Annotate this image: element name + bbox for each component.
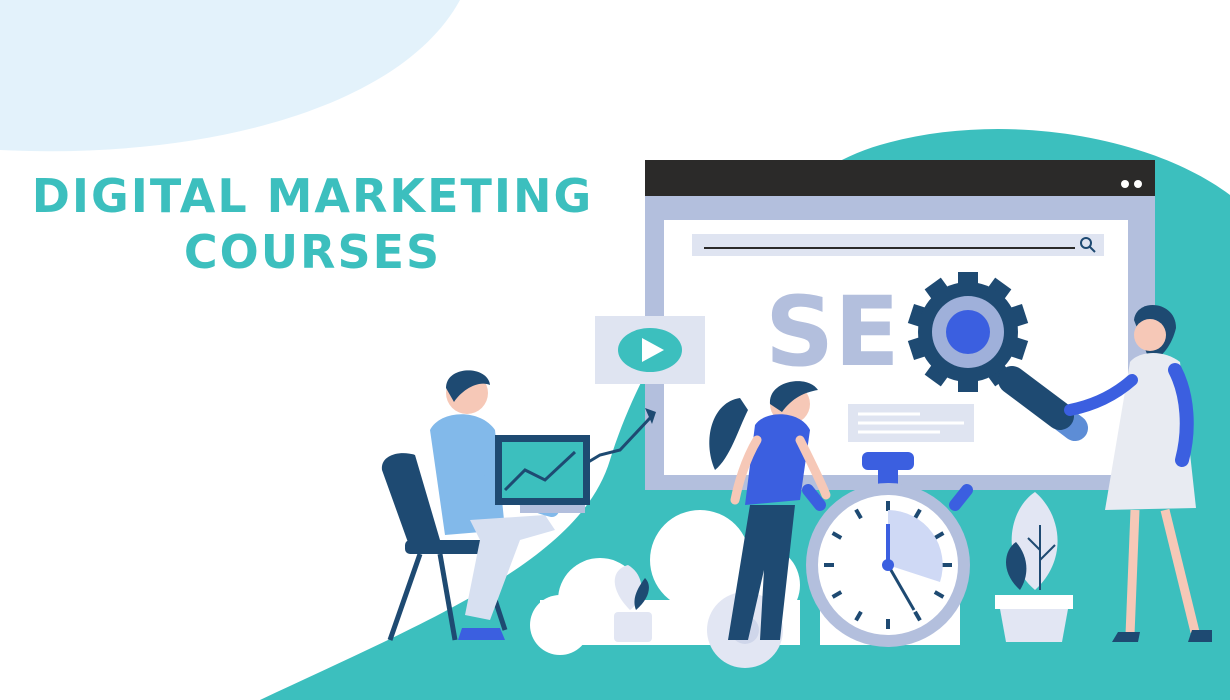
title-line-2: COURSES: [183, 225, 442, 279]
page-title: DIGITAL MARKETING COURSES: [20, 168, 605, 280]
search-bar: [692, 234, 1104, 256]
title-line-1: DIGITAL MARKETING: [31, 169, 594, 223]
corner-blob: [0, 0, 460, 152]
seo-text: SE: [765, 276, 900, 388]
illustration: SE: [0, 0, 1230, 700]
video-card: [595, 316, 705, 384]
